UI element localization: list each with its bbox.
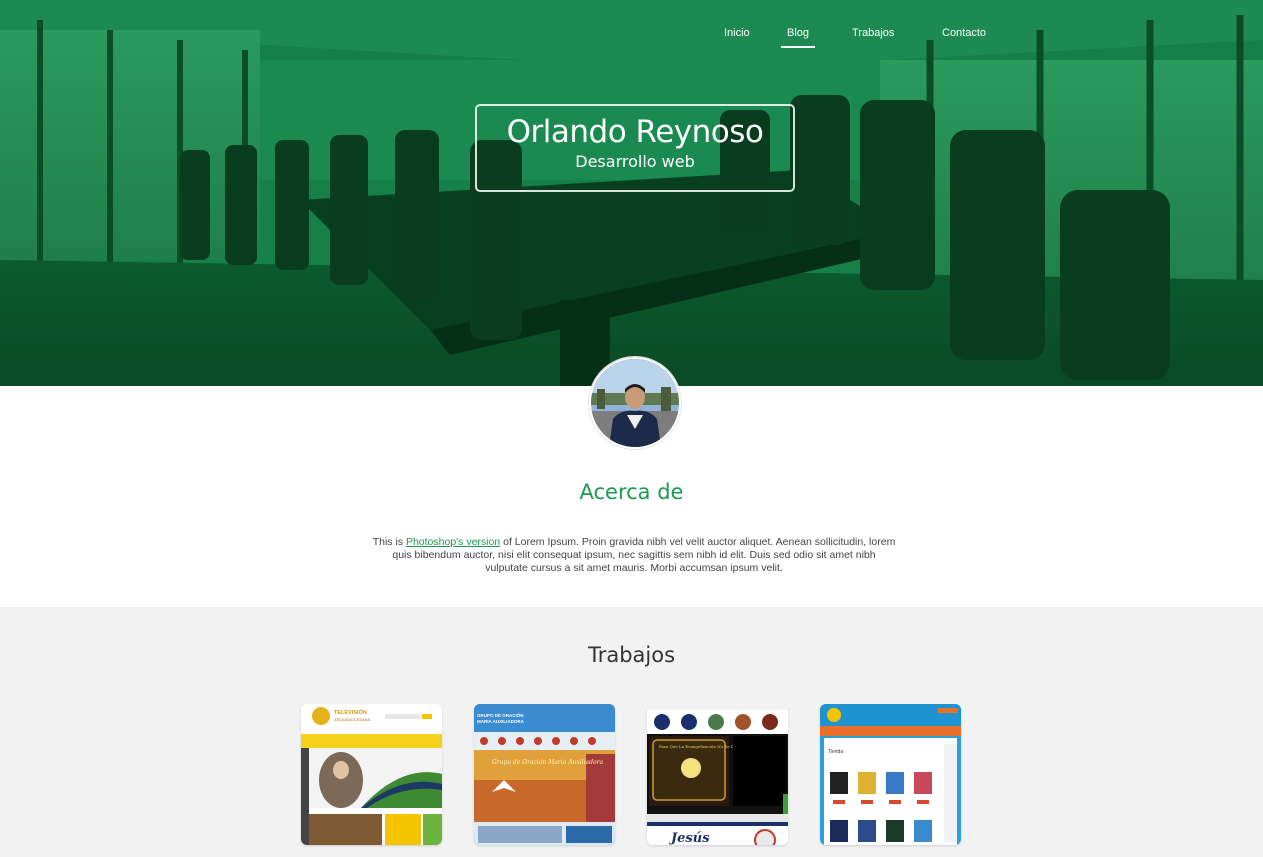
thumb2-header-line2: MARIA AUXILIADORA [477,719,525,724]
nav-item-inicio[interactable]: Inicio [724,27,750,39]
about-text: This is Photoshop's version of Lorem Ips… [371,536,897,575]
avatar-photo [591,359,679,447]
thumb1-brand-line1: TELEVISIÓN [334,708,367,716]
hero-name: Orlando Reynoso [506,114,764,150]
hero-section: Inicio Blog Trabajos Contacto Orlando Re… [0,0,1263,386]
thumb4-section-label: Tienda [828,749,843,755]
nav-item-contacto[interactable]: Contacto [942,27,986,39]
work-screenshot-tienda: Tienda [820,704,961,845]
about-heading: Acerca de [579,480,684,504]
work-thumbnail-grupo-oracion[interactable]: GRUPO DE ORACIÓN MARIA AUXILIADORA Grupo… [474,704,615,845]
hero-subtitle: Desarrollo web [575,152,695,171]
about-text-start: This is [372,536,406,548]
work-thumbnail-television[interactable]: TELEVISIÓN ARQUIDIOCESANA [301,704,442,845]
work-thumbnail-evangelizacion[interactable]: Para Que La Evangelización No Se Detenga… [647,704,788,845]
nav-item-trabajos[interactable]: Trabajos [852,27,894,39]
work-screenshot-evangelizacion: Para Que La Evangelización No Se Detenga… [647,704,788,845]
thumb2-header-line1: GRUPO DE ORACIÓN [477,711,524,718]
thumb3-footer-text: Jesús [668,831,710,845]
about-section: Acerca de This is Photoshop's version of… [0,357,1263,607]
photoshop-version-link[interactable]: Photoshop's version [406,536,500,548]
thumb1-brand-line2: ARQUIDIOCESANA [334,717,371,722]
hero-title-box: Orlando Reynoso Desarrollo web [475,104,795,192]
work-screenshot-grupo-oracion: GRUPO DE ORACIÓN MARIA AUXILIADORA Grupo… [474,704,615,845]
works-section: Trabajos TELEVISIÓN ARQUIDIOCESANA GRUPO… [0,607,1263,857]
nav-item-blog[interactable]: Blog [780,27,816,48]
avatar [589,357,681,449]
main-nav: Inicio Blog Trabajos Contacto [0,0,1263,60]
works-heading: Trabajos [587,643,676,667]
work-thumbnail-tienda[interactable]: Tienda [820,704,961,845]
thumb2-banner-text: Grupo de Oración Maria Auxiliadora [492,759,603,766]
work-screenshot-television: TELEVISIÓN ARQUIDIOCESANA [301,704,442,845]
